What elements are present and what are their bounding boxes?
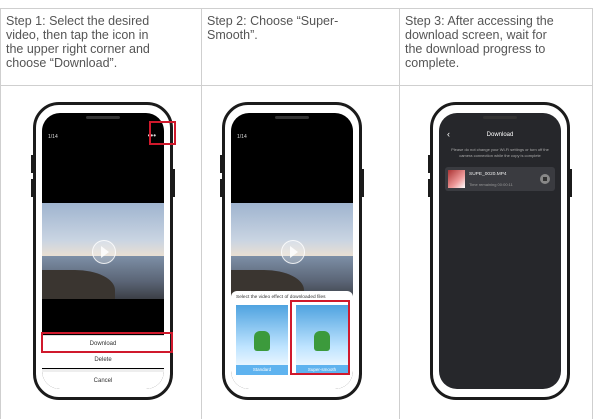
side-button [31, 155, 34, 173]
table-row-divider [0, 85, 593, 86]
side-button [31, 179, 34, 197]
highlight-super-smooth [290, 300, 350, 375]
table-col-divider [201, 8, 202, 419]
highlight-more-icon [149, 121, 176, 145]
photo-counter: 1/14 [237, 134, 247, 140]
download-title: Download [486, 132, 514, 138]
highlight-download [41, 332, 173, 353]
side-button [569, 169, 572, 197]
cancel-menu-item[interactable]: Cancel [42, 369, 164, 389]
file-name: SUPE_0020.MP4 [469, 172, 507, 177]
video-preview[interactable] [42, 203, 164, 299]
side-button [172, 169, 175, 197]
file-thumbnail [448, 170, 465, 188]
photo-counter: 1/14 [48, 134, 58, 140]
side-button [428, 179, 431, 197]
table-col-divider [399, 8, 400, 419]
stop-download-icon[interactable] [540, 174, 550, 184]
stop-square [543, 177, 547, 181]
snowboarder [254, 331, 270, 351]
side-button [428, 155, 431, 173]
phone-3-screen: ‹ Download Please do not change your Wi-… [439, 113, 561, 389]
time-remaining: Time remaining 00:00:11 [469, 182, 513, 187]
table-left-border [0, 8, 1, 419]
notch [483, 116, 517, 119]
download-notice: Please do not change your Wi-Fi settings… [451, 147, 549, 158]
phone-3: ‹ Download Please do not change your Wi-… [428, 102, 572, 400]
step-1-text: Step 1: Select the desired video, then t… [6, 14, 150, 70]
video-preview[interactable] [231, 203, 353, 299]
side-button [361, 169, 364, 197]
standard-label: Standard [236, 365, 288, 375]
play-icon[interactable] [281, 240, 305, 264]
notch [275, 116, 309, 119]
step-2-text: Step 2: Choose “Super- Smooth”. [207, 14, 339, 42]
delete-menu-item[interactable]: Delete [42, 351, 164, 368]
standard-option[interactable]: Standard [236, 305, 288, 375]
side-button [220, 179, 223, 197]
step-3-text: Step 3: After accessing the download scr… [405, 14, 554, 70]
download-item: SUPE_0020.MP4 Time remaining 00:00:11 [445, 167, 555, 191]
phone-1: 1/14 ••• Download Delete Cancel [31, 102, 175, 400]
table-top-border [0, 8, 593, 9]
play-icon[interactable] [92, 240, 116, 264]
notch [86, 116, 120, 119]
side-button [220, 155, 223, 173]
